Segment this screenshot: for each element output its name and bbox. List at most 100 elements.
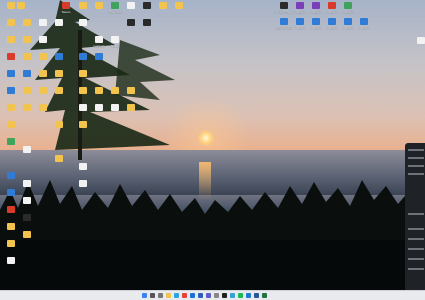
whatsapp-icon xyxy=(111,2,119,9)
explorer-icon[interactable] xyxy=(166,293,171,298)
teams-icon[interactable] xyxy=(206,293,211,298)
folder-icon xyxy=(7,240,15,247)
vscode-icon[interactable] xyxy=(246,293,251,298)
panel-row xyxy=(408,258,424,260)
folder-icon xyxy=(23,231,31,238)
app-icon xyxy=(23,70,31,77)
desktop-icon[interactable] xyxy=(72,178,94,200)
edge-icon[interactable] xyxy=(174,293,179,298)
folder-icon xyxy=(55,70,63,77)
folder-icon xyxy=(7,36,15,43)
desktop-icon[interactable] xyxy=(16,144,38,166)
affinity-icon xyxy=(312,18,320,25)
affinity-icon xyxy=(296,2,304,9)
search-icon[interactable] xyxy=(150,293,155,298)
terminal-icon[interactable] xyxy=(222,293,227,298)
affinity-icon xyxy=(360,18,368,25)
folder-icon xyxy=(23,104,31,111)
desktop-icon[interactable] xyxy=(16,229,38,251)
app-icon xyxy=(7,189,15,196)
sun xyxy=(198,130,214,146)
folder-icon xyxy=(175,2,183,9)
panel-row xyxy=(408,228,424,230)
affinity-icon xyxy=(344,18,352,25)
mail-icon[interactable] xyxy=(198,293,203,298)
folder-icon xyxy=(55,155,63,162)
panel-row xyxy=(408,173,424,175)
folder-icon xyxy=(7,19,15,26)
file-icon xyxy=(127,2,135,9)
app-icon xyxy=(7,206,15,213)
desktop-icon[interactable] xyxy=(0,255,22,277)
desktop-icon[interactable] xyxy=(120,102,142,124)
file-icon xyxy=(23,180,31,187)
icon-label: Affinity xyxy=(359,27,369,30)
desktop-icon[interactable] xyxy=(48,17,70,39)
panel-row xyxy=(408,165,424,167)
app-icon xyxy=(7,172,15,179)
word-icon[interactable] xyxy=(254,293,259,298)
excel-icon[interactable] xyxy=(262,293,267,298)
panel-row xyxy=(408,213,424,215)
settings-icon[interactable] xyxy=(214,293,219,298)
folder-icon xyxy=(23,36,31,43)
desktop-icon[interactable] xyxy=(136,17,158,39)
desktop-icon[interactable] xyxy=(48,85,70,107)
start-icon[interactable] xyxy=(142,293,147,298)
folder-icon xyxy=(7,223,15,230)
app-icon xyxy=(95,53,103,60)
app-icon xyxy=(7,53,15,60)
folder-icon xyxy=(23,87,31,94)
file-icon xyxy=(55,19,63,26)
notification-calendar-panel[interactable] xyxy=(405,143,425,290)
folder-icon xyxy=(39,70,47,77)
app-icon xyxy=(143,2,151,9)
folder-icon xyxy=(7,121,15,128)
store-icon[interactable] xyxy=(190,293,195,298)
folder-icon xyxy=(79,121,87,128)
affinity-icon xyxy=(312,2,320,9)
file-icon xyxy=(79,163,87,170)
folder-icon xyxy=(55,121,63,128)
desktop-icon[interactable] xyxy=(48,119,70,141)
icon-label: Notlar xyxy=(110,45,119,48)
chrome-icon[interactable] xyxy=(182,293,187,298)
affinity-icon xyxy=(296,18,304,25)
folder-icon xyxy=(95,2,103,9)
folder-icon xyxy=(79,70,87,77)
affinity-icon xyxy=(328,2,336,9)
file-icon xyxy=(7,257,15,264)
file-icon xyxy=(79,104,87,111)
desktop-icon[interactable]: Affinity xyxy=(353,16,375,38)
file-icon xyxy=(23,146,31,153)
app-icon xyxy=(7,87,15,94)
taskbar xyxy=(0,290,425,300)
app-icon xyxy=(7,138,15,145)
app-icon xyxy=(62,2,70,9)
app-icon xyxy=(79,53,87,60)
file-icon xyxy=(95,104,103,111)
desktop-icon[interactable] xyxy=(168,0,190,22)
panel-row xyxy=(408,268,424,270)
folder-icon xyxy=(39,104,47,111)
app-icon xyxy=(7,70,15,77)
photos-icon[interactable] xyxy=(230,293,235,298)
file-icon xyxy=(95,36,103,43)
folder-icon xyxy=(79,87,87,94)
app-icon xyxy=(280,18,288,25)
panel-row xyxy=(408,248,424,250)
folder-icon xyxy=(159,2,167,9)
icon-label: Affinity xyxy=(343,11,353,14)
affinity-icon xyxy=(344,2,352,9)
file-icon xyxy=(23,197,31,204)
desktop-icon[interactable] xyxy=(410,35,425,57)
folder-icon xyxy=(55,87,63,94)
folder-icon xyxy=(23,53,31,60)
file-icon xyxy=(39,36,47,43)
spotify-icon[interactable] xyxy=(238,293,243,298)
folder-icon xyxy=(23,19,31,26)
folder-icon xyxy=(127,104,135,111)
forest-silhouette xyxy=(0,180,425,290)
task-view-icon[interactable] xyxy=(158,293,163,298)
desktop-icon[interactable] xyxy=(48,153,70,175)
